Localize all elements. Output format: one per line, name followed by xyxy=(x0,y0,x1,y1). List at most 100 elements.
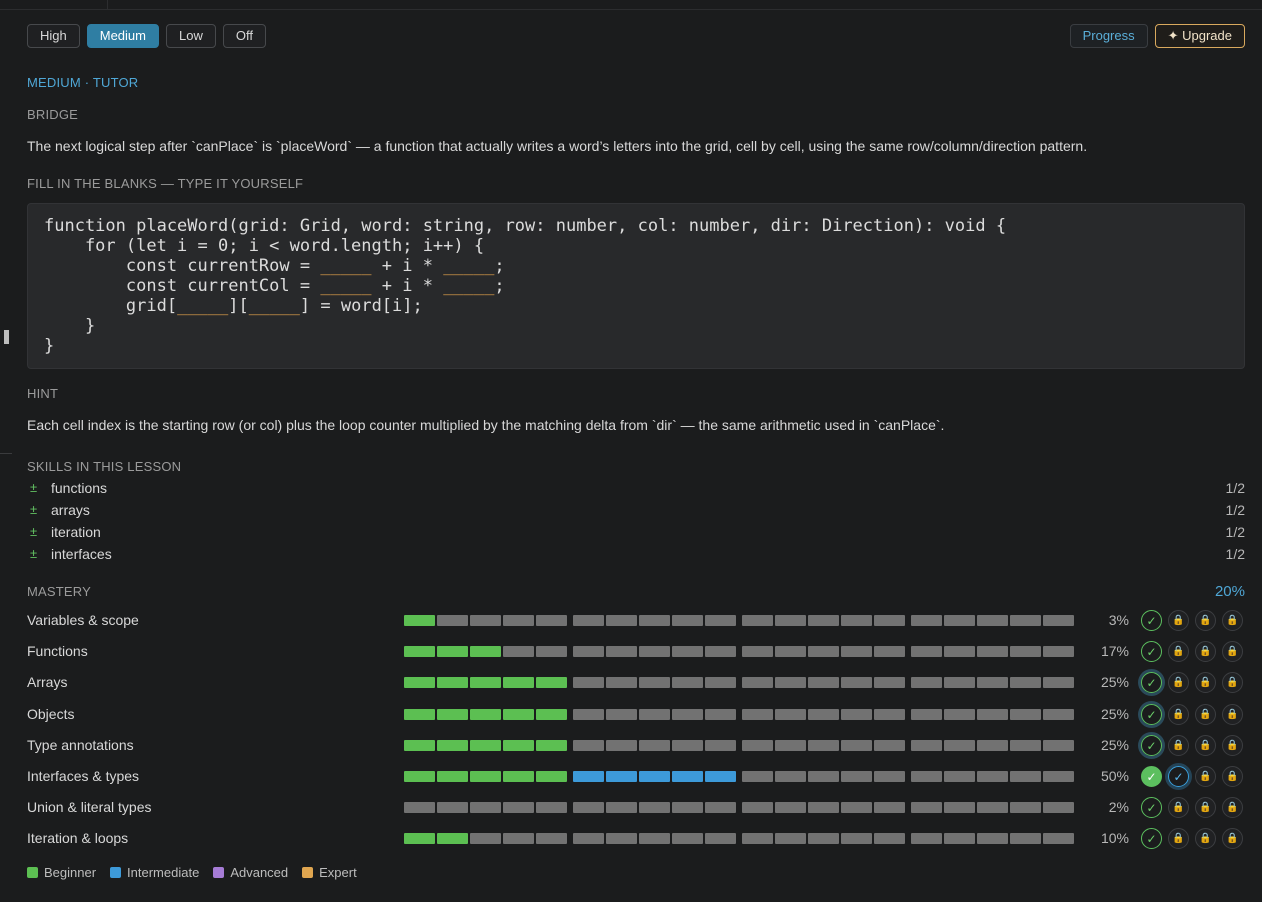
top-tab-strip xyxy=(0,0,1262,10)
lock-icon[interactable]: 🔒 xyxy=(1168,672,1189,693)
mastery-segment xyxy=(944,709,975,720)
lock-icon[interactable]: 🔒 xyxy=(1168,828,1189,849)
mastery-segment xyxy=(775,646,806,657)
panel-resize-handle[interactable] xyxy=(4,330,9,344)
mastery-row: Type annotations 25% ✓ 🔒 🔒 🔒 xyxy=(27,735,1245,757)
lock-icon[interactable]: 🔒 xyxy=(1168,735,1189,756)
check-icon[interactable]: ✓ xyxy=(1141,610,1162,631)
mastery-row: Union & literal types 2% ✓ 🔒 🔒 🔒 xyxy=(27,797,1245,819)
lock-icon[interactable]: 🔒 xyxy=(1195,735,1216,756)
lock-icon[interactable]: 🔒 xyxy=(1222,828,1243,849)
lock-icon[interactable]: 🔒 xyxy=(1195,797,1216,818)
lock-icon[interactable]: 🔒 xyxy=(1195,672,1216,693)
mastery-segment xyxy=(775,615,806,626)
lock-icon[interactable]: 🔒 xyxy=(1222,641,1243,662)
lock-icon[interactable]: 🔒 xyxy=(1168,704,1189,725)
lock-icon[interactable]: 🔒 xyxy=(1195,704,1216,725)
code-blank[interactable]: _____ xyxy=(177,296,228,316)
legend-item-beginner: Beginner xyxy=(27,865,96,880)
mastery-segment xyxy=(1010,615,1041,626)
skill-row: ± arrays 1/2 xyxy=(27,502,1245,522)
mastery-topic-percent: 3% xyxy=(1108,612,1129,628)
mastery-segment xyxy=(841,646,872,657)
mastery-segment xyxy=(536,615,567,626)
skill-name: iteration xyxy=(51,524,101,540)
mastery-badges: ✓ 🔒 🔒 🔒 xyxy=(1141,828,1245,850)
check-icon[interactable]: ✓ xyxy=(1168,766,1189,787)
check-icon[interactable]: ✓ xyxy=(1141,828,1162,849)
code-blank[interactable]: _____ xyxy=(320,256,371,276)
mastery-segment xyxy=(808,677,839,688)
check-icon[interactable]: ✓ xyxy=(1141,704,1162,725)
code-blank[interactable]: _____ xyxy=(443,256,494,276)
mastery-segment xyxy=(874,677,905,688)
mastery-badges: ✓ 🔒 🔒 🔒 xyxy=(1141,797,1245,819)
skill-score: 1/2 xyxy=(1225,546,1245,562)
mastery-segment xyxy=(705,802,736,813)
level-low-button[interactable]: Low xyxy=(166,24,216,48)
lock-icon[interactable]: 🔒 xyxy=(1222,766,1243,787)
mastery-segment xyxy=(503,615,534,626)
progress-button[interactable]: Progress xyxy=(1069,24,1148,48)
lock-icon[interactable]: 🔒 xyxy=(1222,610,1243,631)
check-icon[interactable]: ✓ xyxy=(1141,766,1162,787)
mastery-segment xyxy=(944,771,975,782)
lock-icon[interactable]: 🔒 xyxy=(1168,797,1189,818)
check-icon[interactable]: ✓ xyxy=(1141,797,1162,818)
check-icon[interactable]: ✓ xyxy=(1141,735,1162,756)
mastery-segment xyxy=(404,709,435,720)
skill-mark: ± xyxy=(30,546,38,561)
mastery-badges: ✓ 🔒 🔒 🔒 xyxy=(1141,735,1245,757)
code-line: } xyxy=(44,316,1228,336)
code-blank[interactable]: _____ xyxy=(443,276,494,296)
mastery-segment xyxy=(977,802,1008,813)
skill-name: arrays xyxy=(51,502,90,518)
mastery-progress-bar xyxy=(404,802,1076,814)
mastery-segment xyxy=(874,771,905,782)
mastery-segment xyxy=(874,646,905,657)
check-icon[interactable]: ✓ xyxy=(1141,641,1162,662)
mastery-segment xyxy=(437,615,468,626)
lock-icon[interactable]: 🔒 xyxy=(1168,641,1189,662)
code-blank[interactable]: _____ xyxy=(249,296,300,316)
mastery-segment xyxy=(503,833,534,844)
mastery-segment xyxy=(977,833,1008,844)
lock-icon[interactable]: 🔒 xyxy=(1222,672,1243,693)
skill-mark: ± xyxy=(30,502,38,517)
code-block[interactable]: function placeWord(grid: Grid, word: str… xyxy=(27,203,1245,369)
upgrade-button[interactable]: ✦ Upgrade xyxy=(1154,24,1245,48)
mastery-segment xyxy=(536,740,567,751)
code-line: const currentCol = _____ + i * _____; xyxy=(44,276,1228,296)
lock-icon[interactable]: 🔒 xyxy=(1222,797,1243,818)
mastery-segment xyxy=(742,615,773,626)
level-off-button[interactable]: Off xyxy=(222,24,266,48)
lock-icon[interactable]: 🔒 xyxy=(1195,610,1216,631)
lock-icon[interactable]: 🔒 xyxy=(1222,735,1243,756)
mastery-segment xyxy=(536,709,567,720)
level-high-button[interactable]: High xyxy=(27,24,80,48)
check-icon[interactable]: ✓ xyxy=(1141,672,1162,693)
lock-icon[interactable]: 🔒 xyxy=(1222,704,1243,725)
code-blank[interactable]: _____ xyxy=(320,276,371,296)
mastery-segment xyxy=(573,833,604,844)
level-medium-button[interactable]: Medium xyxy=(86,24,159,48)
lock-icon[interactable]: 🔒 xyxy=(1195,766,1216,787)
mastery-segment xyxy=(742,833,773,844)
code-line: for (let i = 0; i < word.length; i++) { xyxy=(44,236,1228,256)
mastery-segment xyxy=(808,802,839,813)
mastery-segment xyxy=(672,615,703,626)
header-actions: Progress ✦ Upgrade xyxy=(1069,24,1245,48)
mastery-segment xyxy=(1010,802,1041,813)
mastery-segment xyxy=(874,615,905,626)
mastery-topic-name: Union & literal types xyxy=(27,799,152,815)
lock-icon[interactable]: 🔒 xyxy=(1195,828,1216,849)
lock-icon[interactable]: 🔒 xyxy=(1195,641,1216,662)
mastery-segment xyxy=(672,833,703,844)
left-divider xyxy=(0,453,12,454)
mastery-segment xyxy=(606,646,637,657)
mastery-segment xyxy=(911,646,942,657)
mastery-segment xyxy=(1043,677,1074,688)
skill-row: ± iteration 1/2 xyxy=(27,524,1245,544)
lock-icon[interactable]: 🔒 xyxy=(1168,610,1189,631)
expert-swatch xyxy=(302,867,314,878)
